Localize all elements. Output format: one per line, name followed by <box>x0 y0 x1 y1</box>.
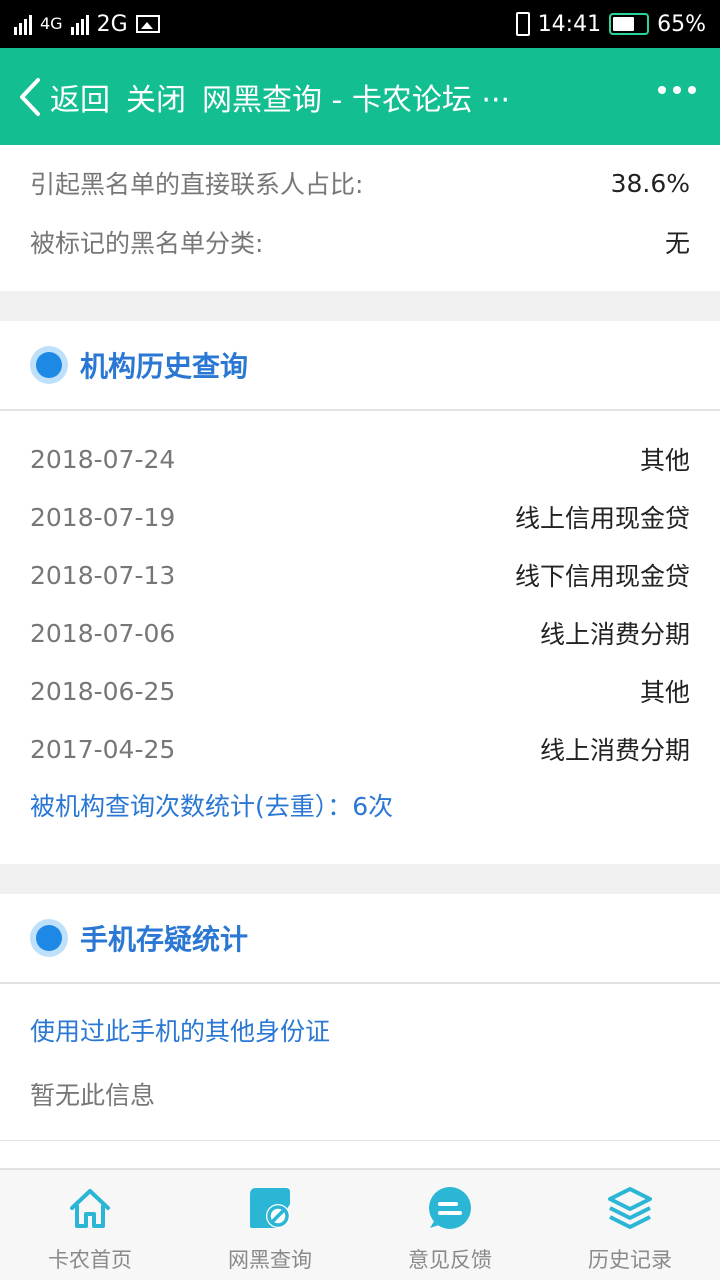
divider <box>0 1140 720 1141</box>
query-date: 2017-04-25 <box>30 734 176 764</box>
nav-item-history[interactable]: 历史记录 <box>540 1170 720 1280</box>
page-title: 网黑查询 - 卡农论坛 ··· <box>202 82 511 118</box>
section-divider <box>0 864 720 894</box>
list-item: 2017-04-25 线上消费分期 <box>0 720 720 778</box>
institution-history-list: 2018-07-24 其他 2018-07-19 线上信用现金贷 2018-07… <box>0 430 720 778</box>
query-date: 2018-07-19 <box>30 502 176 532</box>
list-item: 2018-07-19 线上信用现金贷 <box>0 488 720 546</box>
nav-label-history: 历史记录 <box>588 1248 672 1272</box>
other-id-subtitle: 使用过此手机的其他身份证 <box>30 1017 331 1046</box>
network-type-2: 2G <box>96 11 128 37</box>
title-bar: 返回 关闭 网黑查询 - 卡农论坛 ··· <box>0 48 720 145</box>
signal-1-icon <box>14 13 32 35</box>
nav-label-home: 卡农首页 <box>48 1248 132 1272</box>
query-type: 线下信用现金贷 <box>514 562 690 591</box>
vibrate-icon <box>515 12 530 36</box>
phone-suspicion-header: 手机存疑统计 <box>0 894 720 984</box>
section-divider <box>0 291 720 321</box>
section-dot-icon <box>30 346 68 384</box>
institution-history-header: 机构历史查询 <box>0 321 720 411</box>
list-item: 2018-07-06 线上消费分期 <box>0 604 720 662</box>
nav-item-home[interactable]: 卡农首页 <box>0 1170 180 1280</box>
query-date: 2018-07-13 <box>30 560 176 590</box>
network-type-1: 4G <box>40 14 63 33</box>
query-date: 2018-07-24 <box>30 444 176 474</box>
institution-history-title: 机构历史查询 <box>80 350 249 383</box>
history-layers-icon <box>608 1187 652 1229</box>
query-date: 2018-07-06 <box>30 618 176 648</box>
phone-suspicion-title: 手机存疑统计 <box>80 923 249 956</box>
query-type: 线上消费分期 <box>539 736 690 765</box>
blacklist-category-label: 被标记的黑名单分类: <box>30 229 264 258</box>
signal-2-icon <box>70 13 89 35</box>
battery-icon <box>609 13 650 35</box>
list-item: 2018-07-24 其他 <box>0 430 720 488</box>
blacklist-ratio-row: 引起黑名单的直接联系人占比: 38.6% <box>0 153 720 213</box>
query-type: 其他 <box>639 678 690 707</box>
nav-label-blacklist-query: 网黑查询 <box>228 1248 312 1272</box>
back-button[interactable]: 返回 <box>50 75 110 119</box>
nav-item-feedback[interactable]: 意见反馈 <box>360 1170 540 1280</box>
blacklist-category-value: 无 <box>664 229 690 258</box>
battery-percent: 65% <box>657 11 706 37</box>
more-options-icon[interactable] <box>658 86 696 94</box>
blacklist-ratio-value: 38.6% <box>610 168 690 198</box>
nav-label-feedback: 意见反馈 <box>408 1248 492 1272</box>
query-type: 线上消费分期 <box>539 620 690 649</box>
section-dot-icon <box>30 919 68 957</box>
no-info-text: 暂无此信息 <box>30 1081 156 1110</box>
query-count-summary: 被机构查询次数统计(去重）：6次 <box>30 792 394 821</box>
list-item: 2018-07-13 线下信用现金贷 <box>0 546 720 604</box>
blacklist-ratio-label: 引起黑名单的直接联系人占比: <box>30 170 364 199</box>
list-item: 2018-06-25 其他 <box>0 662 720 720</box>
nav-item-blacklist-query[interactable]: 网黑查询 <box>180 1170 360 1280</box>
blacklist-category-row: 被标记的黑名单分类: 无 <box>0 213 720 271</box>
close-button[interactable]: 关闭 <box>126 75 186 119</box>
clock: 14:41 <box>537 11 602 37</box>
blacklist-query-icon <box>250 1188 290 1228</box>
query-type: 其他 <box>639 446 690 475</box>
feedback-icon <box>429 1187 471 1229</box>
query-date: 2018-06-25 <box>30 676 176 706</box>
content: 引起黑名单的直接联系人占比: 38.6% 被标记的黑名单分类: 无 机构历史查询… <box>0 145 720 1141</box>
home-icon <box>70 1189 110 1228</box>
query-type: 线上信用现金贷 <box>514 504 690 533</box>
back-chevron-icon[interactable] <box>10 67 50 127</box>
status-bar: 4G 2G 14:41 65% <box>0 0 720 48</box>
image-notification-icon <box>135 15 160 33</box>
bottom-nav: 卡农首页 网黑查询 意见反馈 历史记录 <box>0 1168 720 1280</box>
